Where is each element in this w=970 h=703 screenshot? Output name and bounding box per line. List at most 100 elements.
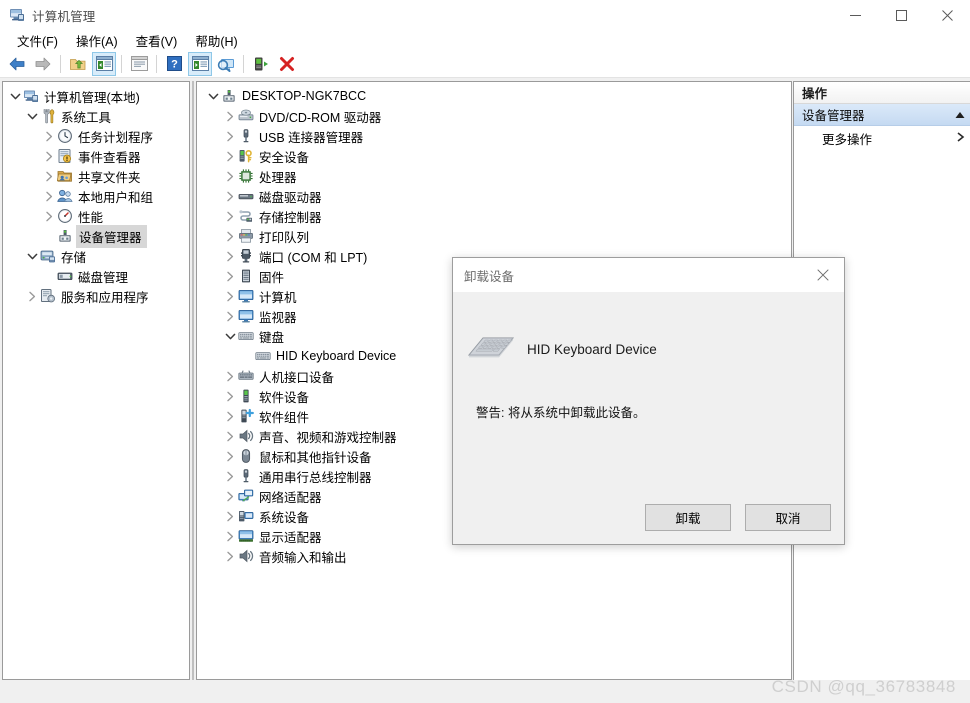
up-folder-icon[interactable] xyxy=(66,52,90,76)
chevron-right-icon[interactable] xyxy=(222,168,238,184)
tree-item-security-device-icon[interactable]: 安全设备 xyxy=(197,146,791,166)
chevron-right-icon[interactable] xyxy=(41,148,57,164)
chevron-down-icon[interactable] xyxy=(24,248,40,264)
chevron-right-icon[interactable] xyxy=(222,228,238,244)
tree-item-label: 打印队列 xyxy=(259,230,310,245)
chevron-right-icon[interactable] xyxy=(41,208,57,224)
chevron-right-icon[interactable] xyxy=(222,508,238,524)
action-more-actions[interactable]: 更多操作 xyxy=(794,126,970,150)
tree-item-usb-icon[interactable]: USB 连接器管理器 xyxy=(197,126,791,146)
tree-item-printer-icon[interactable]: 打印队列 xyxy=(197,226,791,246)
minimize-button[interactable] xyxy=(832,0,878,30)
chevron-down-icon[interactable] xyxy=(7,88,23,104)
update-driver-icon[interactable] xyxy=(249,52,273,76)
console-tree-pane[interactable]: 计算机管理(本地) 系统工具 任务计划程序 事件查看器 共享文件夹本地用户和组 性能 设备管… xyxy=(2,81,190,680)
chevron-right-icon[interactable] xyxy=(41,188,57,204)
close-button[interactable] xyxy=(924,0,970,30)
network-adapter-icon xyxy=(238,488,254,504)
chevron-right-icon[interactable] xyxy=(222,548,238,564)
actions-group-device-manager[interactable]: 设备管理器 xyxy=(794,104,970,126)
tree-item-computer-node-icon[interactable]: DESKTOP-NGK7BCC xyxy=(197,86,791,106)
tree-item-services-apps-icon[interactable]: 服务和应用程序 xyxy=(3,286,189,306)
chevron-right-icon[interactable] xyxy=(222,208,238,224)
menu-action[interactable]: 操作(A) xyxy=(67,29,127,52)
tree-item-shared-folders-icon[interactable]: 共享文件夹 xyxy=(3,166,189,186)
title-bar: 计算机管理 xyxy=(0,0,970,30)
chevron-right-icon[interactable] xyxy=(222,488,238,504)
window-title: 计算机管理 xyxy=(32,9,96,24)
tree-item-computer-icon[interactable]: 计算机管理(本地) xyxy=(3,86,189,106)
tree-item-processor-icon[interactable]: 处理器 xyxy=(197,166,791,186)
maximize-button[interactable] xyxy=(878,0,924,30)
tree-item-event-viewer-icon[interactable]: 事件查看器 xyxy=(3,146,189,166)
action-more-actions-label: 更多操作 xyxy=(822,132,873,147)
computer-management-window: 计算机管理 文件(F) 操作(A) 查看(V) 帮助(H) ? 计算机管理(本地… xyxy=(0,0,970,703)
tree-item-dvd-drive-icon[interactable]: DVD/CD-ROM 驱动器 xyxy=(197,106,791,126)
chevron-right-icon[interactable] xyxy=(222,528,238,544)
printer-icon xyxy=(238,228,254,244)
tree-item-label: 系统工具 xyxy=(61,110,112,125)
tree-item-performance-icon[interactable]: 性能 xyxy=(3,206,189,226)
actions-group-label: 设备管理器 xyxy=(802,109,865,123)
performance-icon xyxy=(57,208,73,224)
usb-icon xyxy=(238,128,254,144)
chevron-right-icon[interactable] xyxy=(222,128,238,144)
uninstall-button[interactable]: 卸载 xyxy=(645,504,731,531)
tree-item-storage-controller-icon[interactable]: 存储控制器 xyxy=(197,206,791,226)
menu-view[interactable]: 查看(V) xyxy=(127,29,187,52)
show-tree-icon[interactable] xyxy=(92,51,116,76)
tree-item-task-scheduler-icon[interactable]: 任务计划程序 xyxy=(3,126,189,146)
dialog-title-bar: 卸载设备 xyxy=(453,258,844,292)
cancel-button[interactable]: 取消 xyxy=(745,504,831,531)
back-arrow-icon[interactable] xyxy=(5,52,29,76)
tree-item-label: 本地用户和组 xyxy=(78,190,154,205)
tree-item-disk-management-icon[interactable]: 磁盘管理 xyxy=(3,266,189,286)
chevron-down-icon[interactable] xyxy=(222,328,238,344)
chevron-right-icon[interactable] xyxy=(222,188,238,204)
toolbar-separator xyxy=(121,54,122,73)
menu-help[interactable]: 帮助(H) xyxy=(186,29,246,52)
help-icon[interactable]: ? xyxy=(162,52,186,76)
chevron-right-icon[interactable] xyxy=(222,268,238,284)
chevron-right-icon[interactable] xyxy=(222,248,238,264)
software-component-icon xyxy=(238,408,254,424)
tree-item-disk-drive-icon[interactable]: 磁盘驱动器 xyxy=(197,186,791,206)
dialog-device-row: HID Keyboard Device xyxy=(453,334,844,364)
chevron-down-icon[interactable] xyxy=(205,88,221,104)
chevron-right-icon[interactable] xyxy=(222,448,238,464)
properties-icon[interactable] xyxy=(127,52,151,76)
dialog-title: 卸载设备 xyxy=(464,269,515,284)
chevron-right-icon[interactable] xyxy=(41,168,57,184)
tree-item-storage-icon[interactable]: 存储 xyxy=(3,246,189,266)
tree-item-audio-io-icon[interactable]: 音频输入和输出 xyxy=(197,546,791,566)
menu-file[interactable]: 文件(F) xyxy=(8,29,67,52)
tree-item-label: 性能 xyxy=(78,210,104,225)
computer-node-icon xyxy=(221,88,237,104)
tree-item-device-manager-icon[interactable]: 设备管理器 xyxy=(3,224,189,248)
uninstall-device-icon[interactable] xyxy=(275,52,299,76)
tree-item-system-tools-icon[interactable]: 系统工具 xyxy=(3,106,189,126)
tree-item-label: 鼠标和其他指针设备 xyxy=(259,450,372,465)
triangle-up-icon[interactable] xyxy=(955,108,965,122)
chevron-right-icon[interactable] xyxy=(41,128,57,144)
chevron-right-icon[interactable] xyxy=(222,408,238,424)
chevron-right-icon[interactable] xyxy=(222,288,238,304)
chevron-right-icon[interactable] xyxy=(222,428,238,444)
disk-management-icon xyxy=(57,268,73,284)
dialog-close-button[interactable] xyxy=(802,258,844,292)
chevron-right-icon[interactable] xyxy=(222,108,238,124)
chevron-right-icon[interactable] xyxy=(222,148,238,164)
storage-controller-icon xyxy=(238,208,254,224)
storage-icon xyxy=(40,248,56,264)
chevron-right-icon[interactable] xyxy=(24,288,40,304)
chevron-right-icon[interactable] xyxy=(222,308,238,324)
scan-hardware-icon[interactable] xyxy=(214,52,238,76)
tree-item-label: DVD/CD-ROM 驱动器 xyxy=(259,110,382,125)
chevron-right-icon[interactable] xyxy=(222,388,238,404)
chevron-right-icon[interactable] xyxy=(222,468,238,484)
chevron-down-icon[interactable] xyxy=(24,108,40,124)
show-action-pane-icon[interactable] xyxy=(188,51,212,76)
chevron-right-icon[interactable] xyxy=(222,368,238,384)
tree-item-local-users-groups-icon[interactable]: 本地用户和组 xyxy=(3,186,189,206)
forward-arrow-icon[interactable] xyxy=(31,52,55,76)
